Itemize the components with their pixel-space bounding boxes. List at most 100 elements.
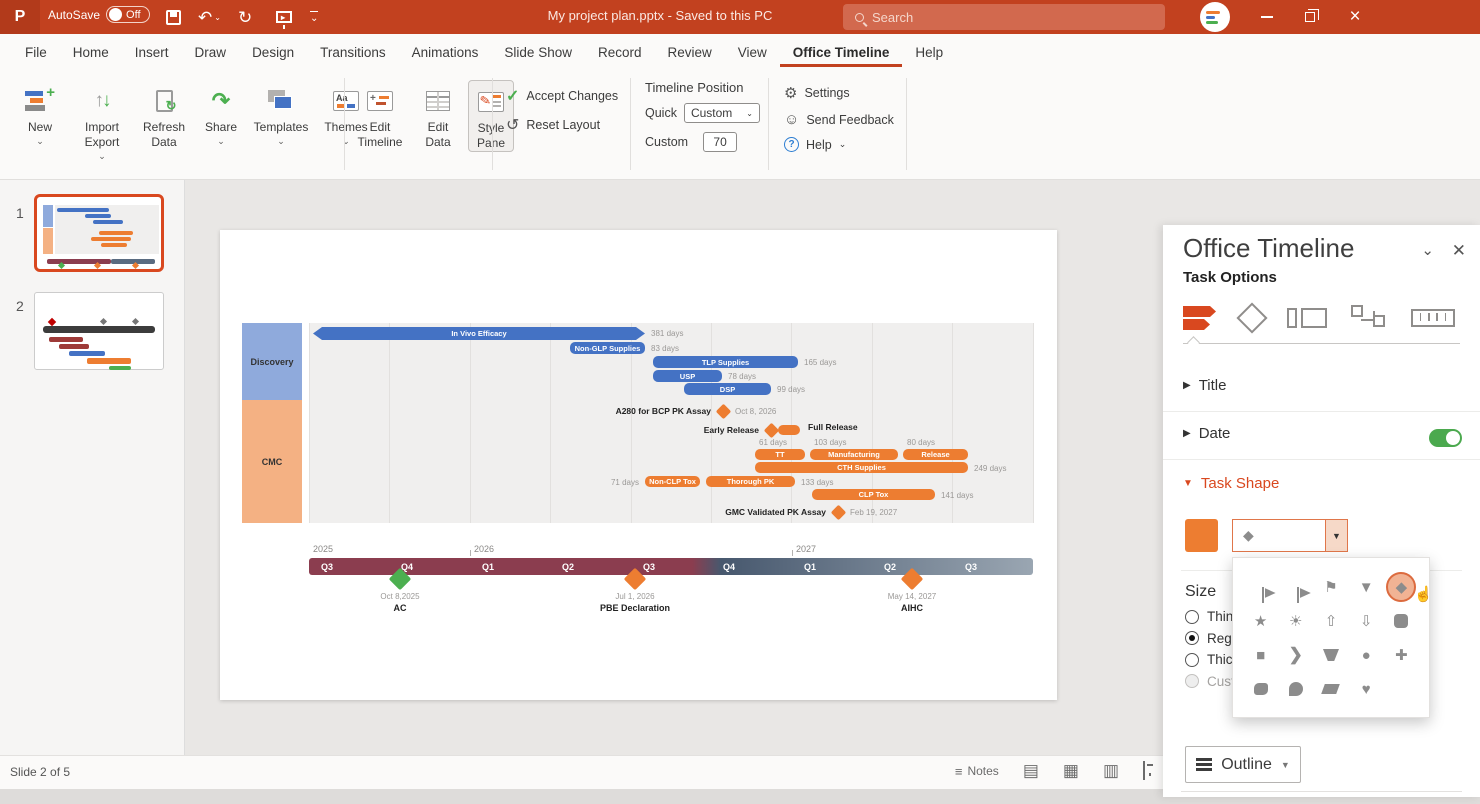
arrow-up-icon[interactable]: ⇧ — [1317, 607, 1345, 635]
redo-button[interactable]: ↻ — [238, 5, 252, 29]
size-radio-thin[interactable]: Thin — [1185, 609, 1233, 624]
circle-icon[interactable]: ● — [1352, 641, 1380, 669]
slide-thumbnail-2[interactable] — [34, 292, 164, 370]
menu-item-review[interactable]: Review — [655, 38, 725, 67]
task-shape-section-header[interactable]: ▼Task Shape — [1183, 475, 1279, 492]
edit-timeline-button[interactable]: + Edit Timeline — [352, 80, 408, 152]
task-bar[interactable]: Non-GLP Supplies — [570, 342, 645, 354]
tab-swimlane[interactable] — [1351, 298, 1387, 338]
customize-qat-button[interactable]: ⌄ — [310, 5, 318, 29]
edit-data-button[interactable]: Edit Data — [414, 80, 462, 152]
menu-item-help[interactable]: Help — [902, 38, 956, 67]
diamond-icon[interactable]: ◆ — [1387, 573, 1415, 601]
normal-view-button[interactable]: ▤ — [1023, 761, 1039, 781]
task-bar[interactable]: Release — [903, 449, 968, 460]
task-bar[interactable]: Thorough PK — [706, 476, 795, 487]
menu-item-home[interactable]: Home — [60, 38, 122, 67]
task-bar[interactable]: DSP — [684, 383, 771, 395]
quick-position-dropdown[interactable]: Custom⌄ — [684, 103, 760, 123]
help-button[interactable]: ?Help⌄ — [784, 137, 894, 152]
task-bar[interactable]: USP — [653, 370, 722, 382]
shape-dropdown-arrow[interactable]: ▼ — [1325, 520, 1347, 551]
task-bar[interactable]: In Vivo Efficacy — [313, 327, 645, 340]
save-button[interactable] — [166, 5, 181, 29]
arrow-down-icon[interactable]: ⇩ — [1352, 607, 1380, 635]
close-pane-button[interactable]: ✕ — [1452, 241, 1466, 261]
search-input[interactable]: Search — [843, 4, 1165, 30]
reset-layout-button[interactable]: ↺Reset Layout — [506, 115, 618, 135]
star-icon[interactable]: ★ — [1247, 607, 1275, 635]
start-slideshow-button[interactable]: ▸ — [276, 5, 292, 29]
powerpoint-logo[interactable]: P — [0, 0, 40, 34]
menu-item-insert[interactable]: Insert — [122, 38, 182, 67]
task-bar[interactable]: CLP Tox — [812, 489, 935, 500]
account-avatar[interactable] — [1200, 2, 1230, 32]
menu-item-transitions[interactable]: Transitions — [307, 38, 399, 67]
menu-item-animations[interactable]: Animations — [399, 38, 492, 67]
shape-dropdown[interactable]: ◆ ▼ — [1232, 519, 1348, 552]
close-button[interactable]: × — [1340, 0, 1370, 34]
menu-item-view[interactable]: View — [725, 38, 780, 67]
rounded-square-icon[interactable] — [1387, 607, 1415, 635]
import-export-button[interactable]: ↑↓ Import Export⌄ — [74, 80, 130, 162]
slide-thumbnail-1[interactable] — [34, 194, 164, 272]
tab-task-shape[interactable] — [1183, 298, 1217, 338]
parallelogram-icon[interactable] — [1317, 675, 1345, 703]
accept-changes-button[interactable]: ✓Accept Changes — [506, 86, 618, 106]
refresh-data-button[interactable]: ↻ Refresh Data — [136, 80, 192, 162]
reading-view-button[interactable]: ▥ — [1103, 761, 1119, 781]
triangle-down-icon[interactable]: ▼ — [1352, 573, 1380, 601]
send-feedback-button[interactable]: ☺Send Feedback — [784, 111, 894, 128]
autosave-label: AutoSave — [48, 8, 100, 22]
title-section-header[interactable]: ▶Title — [1183, 377, 1226, 394]
rounded-square-2-icon[interactable] — [1247, 675, 1275, 703]
menu-item-slide-show[interactable]: Slide Show — [491, 38, 585, 67]
task-bar[interactable]: CTH Supplies — [755, 462, 968, 473]
menu-item-draw[interactable]: Draw — [182, 38, 240, 67]
category-label-cmc[interactable]: CMC — [242, 400, 302, 523]
minimize-button[interactable] — [1252, 0, 1282, 34]
date-toggle[interactable] — [1429, 429, 1462, 447]
flag-icon[interactable]: ⚑ — [1317, 573, 1345, 601]
autosave-toggle[interactable]: AutoSave Off — [48, 6, 150, 23]
category-label-discovery[interactable]: Discovery — [242, 323, 302, 400]
notes-button[interactable]: ≡Notes — [955, 764, 999, 779]
square-icon[interactable]: ■ — [1247, 641, 1275, 669]
templates-button[interactable]: Templates⌄ — [250, 80, 312, 162]
task-bar[interactable]: TLP Supplies — [653, 356, 798, 368]
slide-sorter-view-button[interactable]: ▦ — [1063, 761, 1079, 781]
tab-task-layout[interactable] — [1287, 298, 1327, 338]
pennant-right-icon[interactable] — [1247, 573, 1275, 601]
task-bar[interactable]: Non-CLP Tox — [645, 476, 700, 487]
menu-item-design[interactable]: Design — [239, 38, 307, 67]
outline-button[interactable]: Outline ▼ — [1185, 746, 1301, 783]
new-button[interactable]: + New⌄ — [12, 80, 68, 162]
date-section-header[interactable]: ▶Date — [1183, 425, 1230, 442]
undo-button[interactable]: ↶⌄ — [198, 5, 221, 29]
task-bar[interactable] — [778, 425, 800, 435]
slide[interactable]: DiscoveryCMCIn Vivo Efficacy381 daysNon-… — [220, 230, 1057, 700]
menu-item-record[interactable]: Record — [585, 38, 655, 67]
heart-icon[interactable]: ♥ — [1352, 675, 1380, 703]
menu-item-office-timeline[interactable]: Office Timeline — [780, 38, 903, 67]
tab-timescale[interactable] — [1411, 298, 1455, 338]
menu-item-file[interactable]: File — [12, 38, 60, 67]
three-quarter-circle-icon[interactable] — [1282, 675, 1310, 703]
slideshow-view-button[interactable] — [1143, 762, 1145, 780]
task-bar[interactable]: Manufacturing — [810, 449, 898, 460]
seal-icon[interactable]: ☀ — [1282, 607, 1310, 635]
share-button[interactable]: ↷ Share⌄ — [198, 80, 244, 162]
settings-button[interactable]: ⚙Settings — [784, 84, 894, 102]
shape-glyph: ⚑ — [1324, 578, 1337, 596]
custom-position-input[interactable]: 70 — [703, 132, 737, 152]
quarter-label: Q2 — [884, 562, 896, 572]
restore-button[interactable] — [1295, 0, 1325, 34]
shape-color-swatch[interactable] — [1185, 519, 1218, 552]
pennant-left-icon[interactable] — [1282, 573, 1310, 601]
trapezoid-icon[interactable] — [1317, 641, 1345, 669]
collapse-pane-button[interactable]: ⌄ — [1421, 241, 1434, 259]
tab-milestone[interactable] — [1241, 298, 1263, 338]
task-bar[interactable]: TT — [755, 449, 805, 460]
plus-icon[interactable]: ✚ — [1387, 641, 1415, 669]
chevron-icon[interactable]: ❯ — [1282, 641, 1310, 669]
